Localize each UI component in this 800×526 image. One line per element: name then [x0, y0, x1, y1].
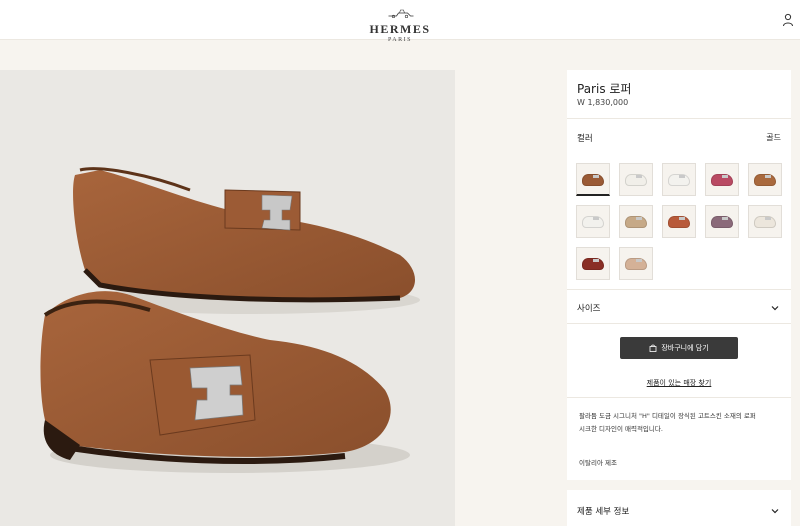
divider	[567, 289, 791, 290]
color-swatch[interactable]	[662, 163, 696, 196]
divider	[567, 118, 791, 119]
product-title: Paris 로퍼	[577, 82, 632, 96]
color-swatch[interactable]	[576, 205, 610, 238]
color-swatch[interactable]	[748, 205, 782, 238]
divider	[567, 323, 791, 324]
chevron-down-icon[interactable]	[771, 507, 779, 515]
shopping-bag-icon	[649, 344, 657, 352]
swatch-buckle	[679, 175, 685, 178]
color-swatch[interactable]	[705, 163, 739, 196]
swatch-buckle	[679, 217, 685, 220]
product-details-accordion[interactable]: 제품 세부 정보	[567, 490, 791, 526]
divider	[567, 397, 791, 398]
product-info-panel: Paris 로퍼 W 1,830,000 컬러 골드 사이즈 장바구니에 담기 …	[567, 70, 791, 480]
swatch-buckle	[765, 217, 771, 220]
description-line: 시크한 디자인이 매력적입니다.	[579, 425, 663, 433]
swatch-buckle	[765, 175, 771, 178]
find-store-link[interactable]: 제품이 있는 매장 찾기	[567, 378, 791, 388]
brand-logo[interactable]: HERMES PARIS	[369, 4, 430, 44]
loafer-pair-illustration	[40, 167, 420, 473]
color-swatch[interactable]	[619, 163, 653, 196]
color-swatch[interactable]	[576, 163, 610, 196]
color-swatch[interactable]	[576, 247, 610, 280]
color-swatch[interactable]	[748, 163, 782, 196]
color-swatch[interactable]	[662, 205, 696, 238]
color-swatch[interactable]	[705, 205, 739, 238]
swatch-buckle	[722, 175, 728, 178]
product-details-label: 제품 세부 정보	[577, 507, 630, 517]
add-to-cart-label: 장바구니에 담기	[661, 344, 709, 352]
product-price: W 1,830,000	[577, 98, 629, 107]
color-label: 컬러	[577, 134, 593, 144]
color-swatch[interactable]	[619, 247, 653, 280]
user-icon[interactable]	[782, 13, 794, 27]
selected-color-value: 골드	[766, 133, 781, 142]
carriage-logo-icon	[387, 9, 413, 19]
swatch-buckle	[593, 175, 599, 178]
brand-name: HERMES	[369, 22, 431, 36]
color-swatch[interactable]	[619, 205, 653, 238]
swatch-buckle	[636, 175, 642, 178]
swatch-buckle	[636, 217, 642, 220]
product-description: 팔라듐 도금 시그니처 "H" 디테일이 장식된 고트스킨 소재의 로퍼 시크한…	[579, 410, 779, 436]
swatch-buckle	[593, 217, 599, 220]
chevron-down-icon[interactable]	[771, 304, 779, 312]
size-label[interactable]: 사이즈	[577, 302, 600, 314]
swatch-buckle	[722, 217, 728, 220]
description-line: 팔라듐 도금 시그니처 "H" 디테일이 장식된 고트스킨 소재의 로퍼	[579, 412, 756, 420]
swatch-buckle	[593, 259, 599, 262]
made-in-label: 이탈리아 제조	[579, 459, 617, 467]
brand-city: PARIS	[388, 37, 412, 43]
add-to-cart-button[interactable]: 장바구니에 담기	[620, 337, 738, 359]
top-bar: HERMES PARIS	[0, 0, 800, 43]
product-image	[0, 70, 455, 526]
swatch-buckle	[636, 259, 642, 262]
